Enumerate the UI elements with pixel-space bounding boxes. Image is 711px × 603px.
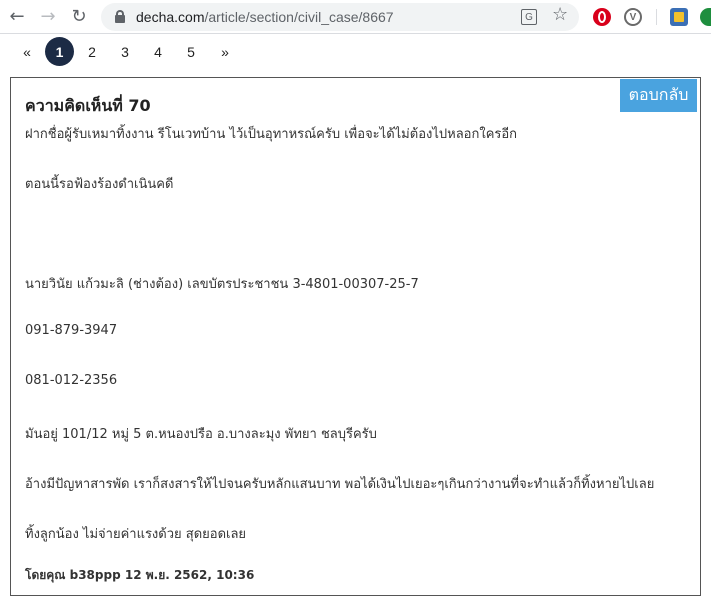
comment-line: อ้างมีปัญหาสารพัด เราก็สงสารให้ไปจนครับห…: [25, 477, 655, 492]
reply-button[interactable]: ตอบกลับ: [620, 79, 697, 112]
forward-arrow-icon[interactable]: →: [35, 4, 61, 30]
browser-toolbar: ← → ↻ decha.com/article/section/civil_ca…: [0, 0, 711, 34]
url-host: decha.com: [136, 9, 205, 25]
comment-line: นายวินัย แก้วมะลิ (ช่างต้อง) เลขบัตรประช…: [25, 277, 419, 292]
comment-line: มันอยู่ 101/12 หมู่ 5 ต.หนองปรือ อ.บางละ…: [25, 427, 377, 442]
back-arrow-icon[interactable]: ←: [4, 4, 30, 30]
pagination-page-2[interactable]: 2: [84, 39, 100, 65]
translate-icon[interactable]: G: [521, 9, 537, 25]
bookmark-star-icon[interactable]: ☆: [552, 6, 568, 24]
comment-line: ทิ้งลูกน้อง ไม่จ่ายค่าแรงด้วย สุดยอดเลย: [25, 527, 247, 542]
comment-title: ความคิดเห็นที่ 70: [25, 96, 151, 115]
comment-line: ตอนนี้รอฟ้องร้องดำเนินคดี: [25, 177, 174, 192]
pagination-page-4[interactable]: 4: [150, 39, 166, 65]
url-path: /article/section/civil_case/8667: [204, 9, 394, 25]
comment-line: ฝากชื่อผู้รับเหมาทิ้งงาน รีโนเวทบ้าน ไว้…: [25, 127, 518, 142]
pagination-page-3[interactable]: 3: [117, 39, 133, 65]
lock-icon[interactable]: [115, 10, 125, 23]
pagination: « 1 2 3 4 5 »: [0, 34, 711, 70]
comment-line: 081-012-2356: [25, 373, 118, 388]
pagination-page-5[interactable]: 5: [183, 39, 199, 65]
pagination-next[interactable]: »: [216, 39, 234, 65]
pagination-page-1[interactable]: 1: [45, 37, 74, 66]
pagination-prev[interactable]: «: [18, 39, 36, 65]
comment-byline: โดยคุณ b38ppp 12 พ.ย. 2562, 10:36: [25, 568, 255, 582]
opera-icon[interactable]: [593, 8, 611, 26]
app-extension-icon[interactable]: [670, 8, 688, 26]
comment-card: ตอบกลับ ความคิดเห็นที่ 70 ฝากชื่อผู้รับเ…: [10, 77, 701, 596]
comment-line: 091-879-3947: [25, 323, 118, 338]
url-text[interactable]: decha.com/article/section/civil_case/866…: [136, 9, 394, 25]
address-bar[interactable]: decha.com/article/section/civil_case/866…: [101, 3, 579, 31]
green-extension-icon[interactable]: [700, 8, 711, 26]
reload-icon[interactable]: ↻: [66, 4, 92, 30]
toolbar-divider: [656, 9, 657, 25]
v-extension-icon[interactable]: V: [624, 8, 642, 26]
